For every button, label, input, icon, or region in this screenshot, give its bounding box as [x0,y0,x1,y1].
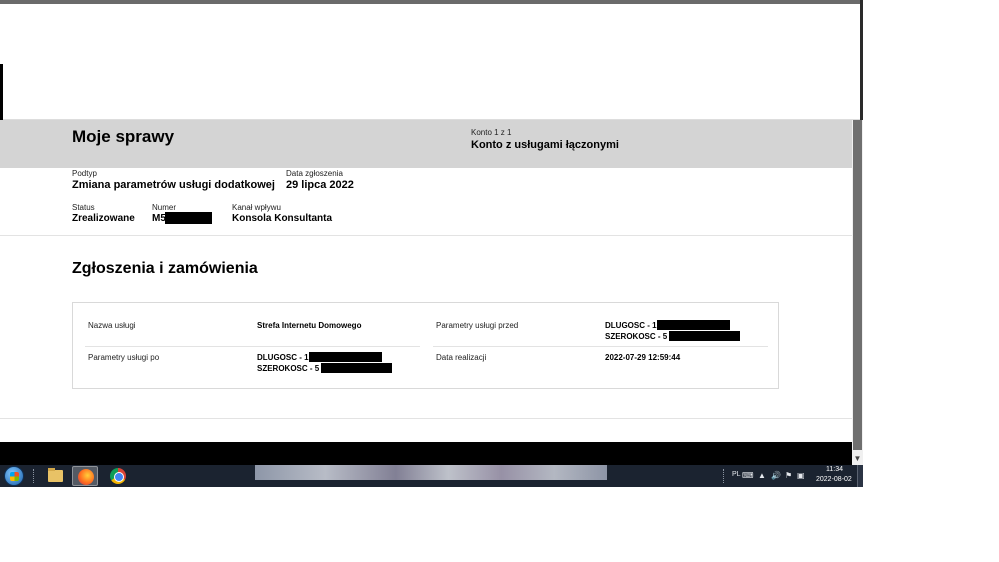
row-divider [85,346,420,347]
scrollbar-thumb[interactable] [853,120,862,450]
page-content: Moje sprawy Konto 1 z 1 Konto z usługami… [0,120,852,442]
orders-section-title: Zgłoszenia i zamówienia [72,260,258,277]
date-label: Data zgłoszenia [286,169,343,178]
service-name-label: Nazwa usługi [88,321,136,330]
show-desktop-button[interactable] [857,465,863,487]
status-label: Status [72,203,95,212]
subtype-label: Podtyp [72,169,97,178]
realization-label: Data realizacji [436,353,487,362]
redacted-value [669,331,740,341]
channel-value: Konsola Konsultanta [232,213,333,224]
redacted-value [321,363,392,373]
clock-date[interactable]: 2022-08-02 [816,476,852,483]
account-name[interactable]: Konto z usługami łączonymi [471,139,619,151]
params-before-line2: SZEROKOSC - 5 [605,332,668,341]
date-value: 29 lipca 2022 [286,179,354,191]
service-name-value: Strefa Internetu Domowego [257,321,362,330]
language-indicator[interactable]: PL [732,471,741,478]
flag-icon[interactable]: ⚑ [785,471,792,481]
show-hidden-icons-icon[interactable]: ▲ [758,471,766,481]
footer-divider [0,418,852,419]
file-explorer-button[interactable] [42,466,68,486]
browser-chrome-edge [860,0,863,120]
params-after-label: Parametry usługi po [88,353,160,362]
row-divider [433,346,768,347]
number-label: Numer [152,203,177,212]
clock-time[interactable]: 11:34 [826,466,843,473]
screen-capture: Moje sprawy Konto 1 z 1 Konto z usługami… [0,0,863,487]
keyboard-icon[interactable]: ⌨ [742,471,754,481]
status-value: Zrealizowane [72,213,135,224]
chrome-button[interactable] [105,466,131,486]
channel-label: Kanał wpływu [232,203,281,212]
chrome-icon [110,468,126,484]
network-icon[interactable]: ▣ [797,471,805,481]
firefox-icon [78,469,94,485]
params-after-line1: DLUGOSC - 1 [257,353,309,362]
account-counter: Konto 1 z 1 [471,128,512,137]
subtype-value: Zmiana parametrów usługi dodatkowej [72,179,275,191]
redacted-number [165,212,212,224]
page-footer-band [0,442,852,465]
scroll-down-icon[interactable]: ▼ [852,453,863,465]
file-explorer-icon [48,468,63,482]
realization-value: 2022-07-29 12:59:44 [605,353,681,362]
blurred-taskbar-area [255,465,607,480]
section-divider [0,235,852,236]
params-after-line2: SZEROKOSC - 5 [257,364,320,373]
page-header: Moje sprawy Konto 1 z 1 Konto z usługami… [0,120,852,168]
vertical-scrollbar[interactable]: ▼ [852,120,863,465]
redacted-value [309,352,382,362]
taskbar-grip [33,469,35,483]
volume-icon[interactable]: 🔊 [771,471,781,481]
params-before-label: Parametry usługi przed [436,321,519,330]
redacted-value [657,320,730,330]
taskbar: PL ⌨ ▲ 🔊 ⚑ ▣ 11:34 2022-08-02 [0,465,863,487]
tray-grip [723,469,725,483]
firefox-button[interactable] [72,466,98,486]
params-before-line1: DLUGOSC - 1 [605,321,657,330]
windows-start-icon[interactable] [4,466,24,486]
page-title: Moje sprawy [72,127,175,146]
order-card: Nazwa usługi Strefa Internetu Domowego P… [72,302,779,389]
number-value: M5 [152,213,166,224]
redaction-overlay [3,4,860,120]
